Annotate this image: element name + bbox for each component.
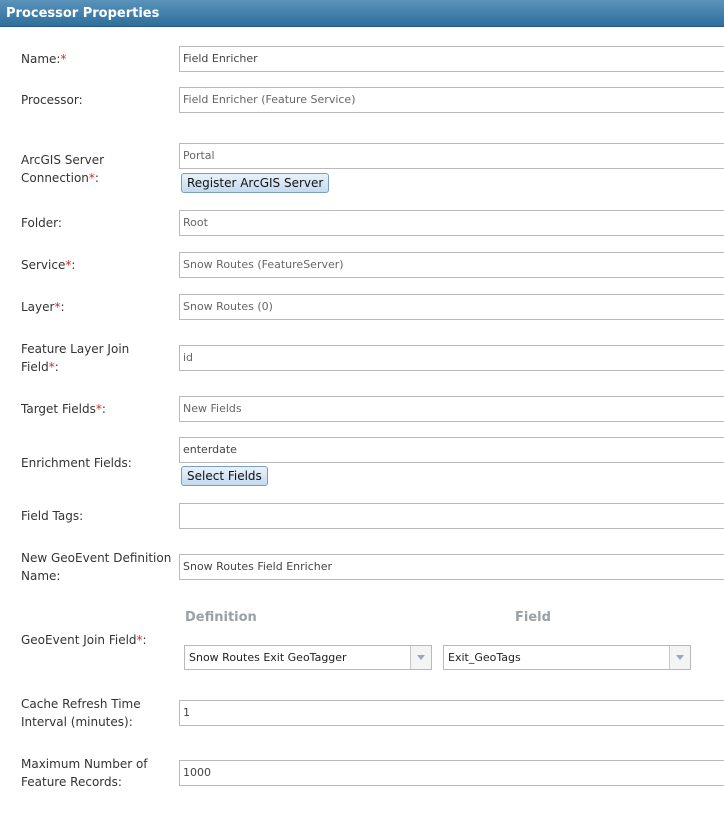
field-dropdown-value: Exit_GeoTags bbox=[448, 651, 521, 664]
target-fields-label: Target Fields*: bbox=[21, 402, 106, 416]
definition-column-header: Definition bbox=[185, 610, 257, 625]
chevron-down-icon bbox=[676, 655, 684, 660]
processor-field[interactable]: Field Enricher (Feature Service) bbox=[179, 87, 724, 113]
geoevent-join-field-label: GeoEvent Join Field*: bbox=[21, 633, 147, 647]
max-feature-records-input[interactable]: 1000 bbox=[179, 760, 724, 786]
service-label: Service*: bbox=[21, 258, 76, 272]
name-input[interactable]: Field Enricher bbox=[179, 46, 724, 72]
new-geoevent-definition-name-label: New GeoEvent Definition Name: bbox=[21, 551, 172, 583]
dropdown-arrow[interactable] bbox=[669, 646, 690, 669]
processor-label: Processor: bbox=[21, 93, 83, 107]
folder-select[interactable]: Root bbox=[179, 210, 724, 236]
target-fields-select[interactable]: New Fields bbox=[179, 396, 724, 422]
folder-label: Folder: bbox=[21, 216, 62, 230]
field-column-header: Field bbox=[515, 610, 551, 625]
feature-layer-join-field-select[interactable]: id bbox=[179, 345, 724, 371]
register-arcgis-server-button[interactable]: Register ArcGIS Server bbox=[181, 173, 330, 193]
enrichment-fields-label: Enrichment Fields: bbox=[21, 456, 132, 470]
definition-dropdown-value: Snow Routes Exit GeoTagger bbox=[189, 651, 347, 664]
name-label: Name:* bbox=[21, 52, 67, 66]
cache-refresh-label: Cache Refresh Time Interval (minutes): bbox=[21, 697, 141, 729]
field-tags-input[interactable] bbox=[179, 503, 724, 529]
field-tags-label: Field Tags: bbox=[21, 509, 84, 523]
cache-refresh-input[interactable]: 1 bbox=[179, 700, 724, 726]
max-feature-records-label: Maximum Number of Feature Records: bbox=[21, 757, 148, 789]
panel-title: Processor Properties bbox=[0, 0, 724, 27]
required-mark: * bbox=[60, 52, 67, 66]
new-geoevent-definition-name-input[interactable]: Snow Routes Field Enricher bbox=[179, 554, 724, 580]
select-fields-button[interactable]: Select Fields bbox=[181, 466, 268, 486]
field-dropdown[interactable]: Exit_GeoTags bbox=[443, 645, 691, 670]
feature-layer-join-field-label: Feature Layer Join Field*: bbox=[21, 342, 130, 374]
layer-select[interactable]: Snow Routes (0) bbox=[179, 294, 724, 320]
enrichment-fields-input[interactable]: enterdate bbox=[179, 437, 724, 463]
service-select[interactable]: Snow Routes (FeatureServer) bbox=[179, 252, 724, 278]
chevron-down-icon bbox=[417, 655, 425, 660]
layer-label: Layer*: bbox=[21, 300, 65, 314]
definition-dropdown[interactable]: Snow Routes Exit GeoTagger bbox=[184, 645, 432, 670]
dropdown-arrow[interactable] bbox=[410, 646, 431, 669]
arcgis-connection-label: ArcGIS Server Connection*: bbox=[21, 153, 105, 185]
arcgis-connection-select[interactable]: Portal bbox=[179, 143, 724, 169]
